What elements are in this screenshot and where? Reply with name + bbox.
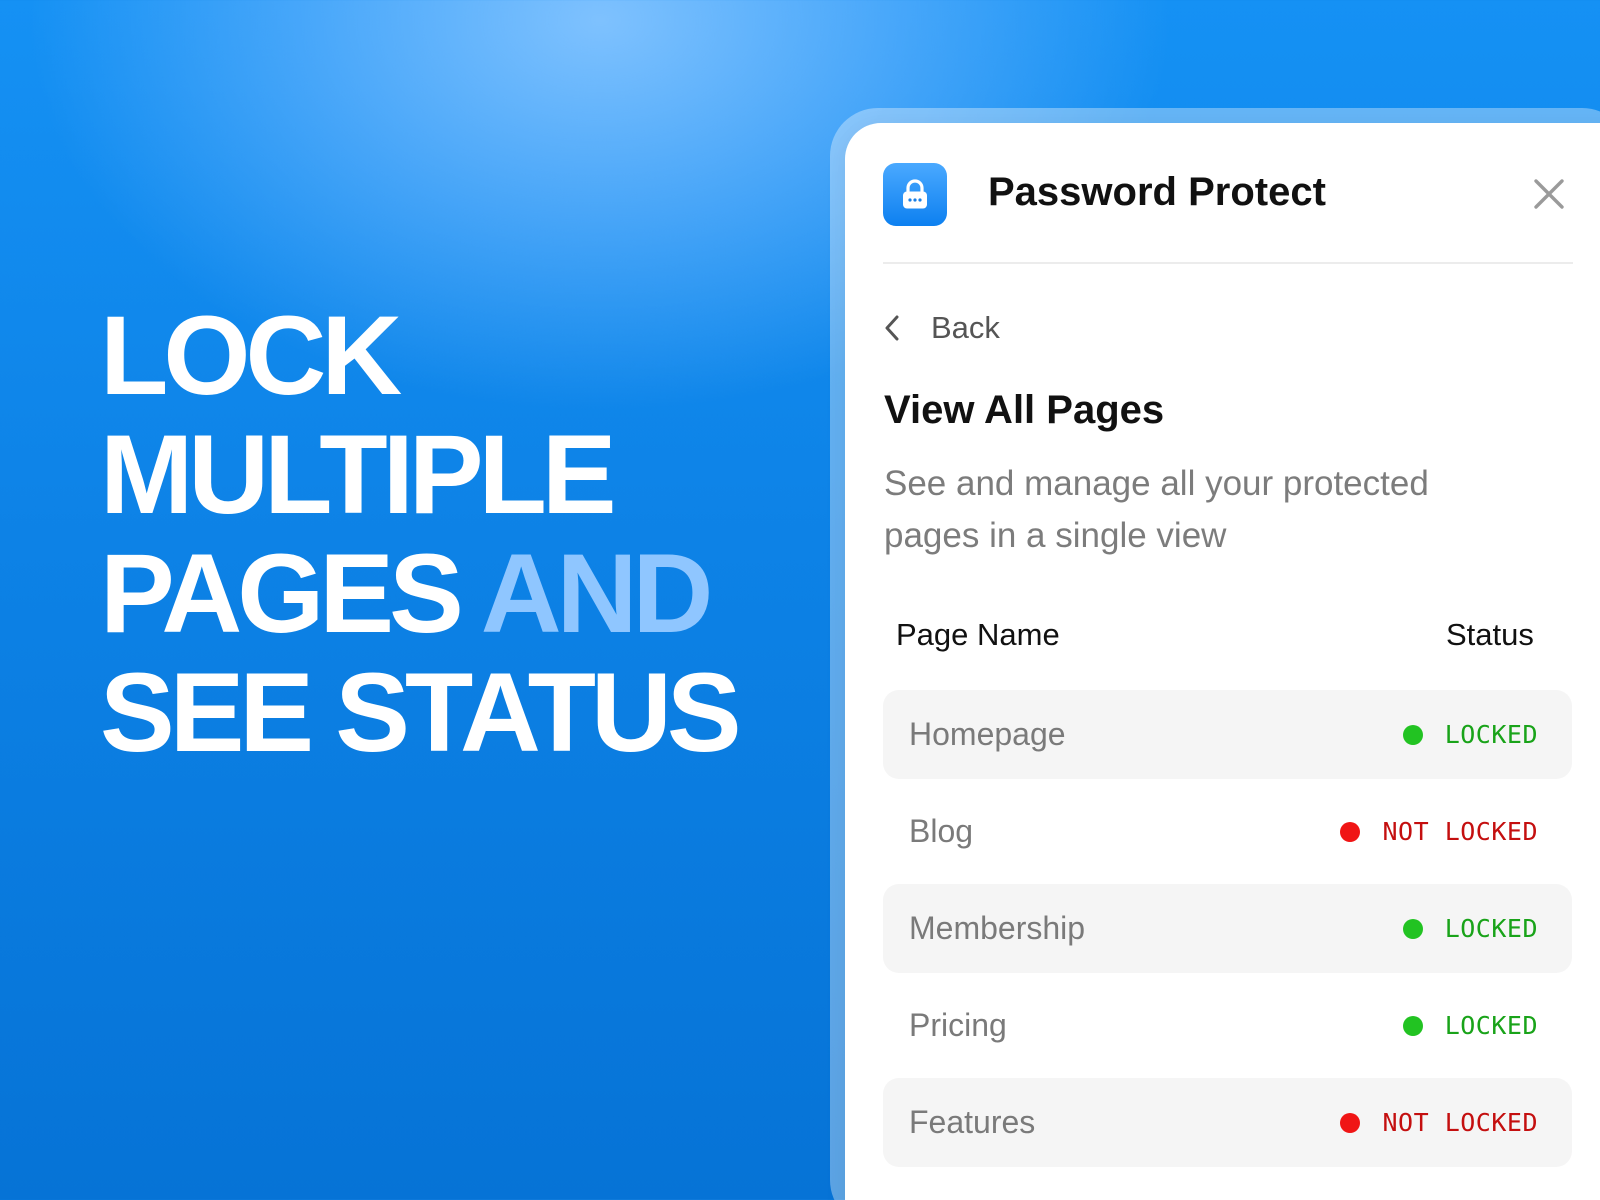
status-badge: NOT LOCKED [1340, 1108, 1538, 1137]
status-badge: LOCKED [1402, 720, 1538, 749]
headline-pages-word: PAGES [100, 531, 464, 656]
headline-line-4: SEE STATUS [100, 650, 742, 775]
back-label: Back [931, 310, 1000, 345]
column-header-page-name: Page Name [896, 617, 1060, 652]
status-dot-icon [1340, 821, 1361, 842]
table-row[interactable]: Blog NOT LOCKED [883, 787, 1572, 876]
lock-icon [883, 163, 947, 226]
status-text: NOT LOCKED [1382, 817, 1538, 846]
chevron-left-icon [883, 313, 905, 343]
table-row[interactable]: Membership LOCKED [883, 884, 1572, 973]
headline-line-3: PAGES AND [100, 534, 737, 653]
headline-line-1: LOCK [100, 293, 402, 418]
close-button[interactable] [1530, 175, 1568, 213]
page-name: Homepage [909, 716, 1066, 752]
header-divider [883, 262, 1573, 264]
close-icon[interactable] [1532, 177, 1566, 211]
status-text: NOT LOCKED [1382, 1108, 1538, 1137]
section-description: See and manage all your protected pages … [884, 464, 1429, 555]
status-badge: LOCKED [1402, 914, 1538, 943]
pages-table: Homepage LOCKED Blog NOT LOCKED Membersh… [883, 690, 1572, 1175]
status-dot-icon [1402, 1015, 1423, 1036]
table-row[interactable]: Homepage LOCKED [883, 690, 1572, 779]
table-row[interactable]: Pricing LOCKED [883, 981, 1572, 1070]
status-text: LOCKED [1444, 914, 1538, 943]
back-button[interactable]: Back [883, 306, 1000, 350]
status-dot-icon [1402, 724, 1423, 745]
page-name: Blog [909, 813, 974, 849]
section-title: View All Pages [884, 388, 1165, 432]
status-badge: LOCKED [1402, 1011, 1538, 1040]
headline-accent-word: AND [480, 531, 714, 656]
status-dot-icon [1340, 1112, 1361, 1133]
app-title: Password Protect [988, 170, 1326, 214]
hero-headline: LOCK MULTIPLE PAGES AND SEE STATUS [100, 293, 742, 775]
page-name: Features [909, 1104, 1036, 1140]
page-name: Pricing [909, 1007, 1007, 1043]
status-dot-icon [1402, 918, 1423, 939]
headline-line-2: MULTIPLE [100, 412, 617, 537]
status-text: LOCKED [1444, 720, 1538, 749]
column-header-status: Status [1446, 617, 1534, 652]
status-text: LOCKED [1444, 1011, 1538, 1040]
status-badge: NOT LOCKED [1340, 817, 1538, 846]
page-name: Membership [909, 910, 1086, 946]
table-row[interactable]: Features NOT LOCKED [883, 1078, 1572, 1167]
